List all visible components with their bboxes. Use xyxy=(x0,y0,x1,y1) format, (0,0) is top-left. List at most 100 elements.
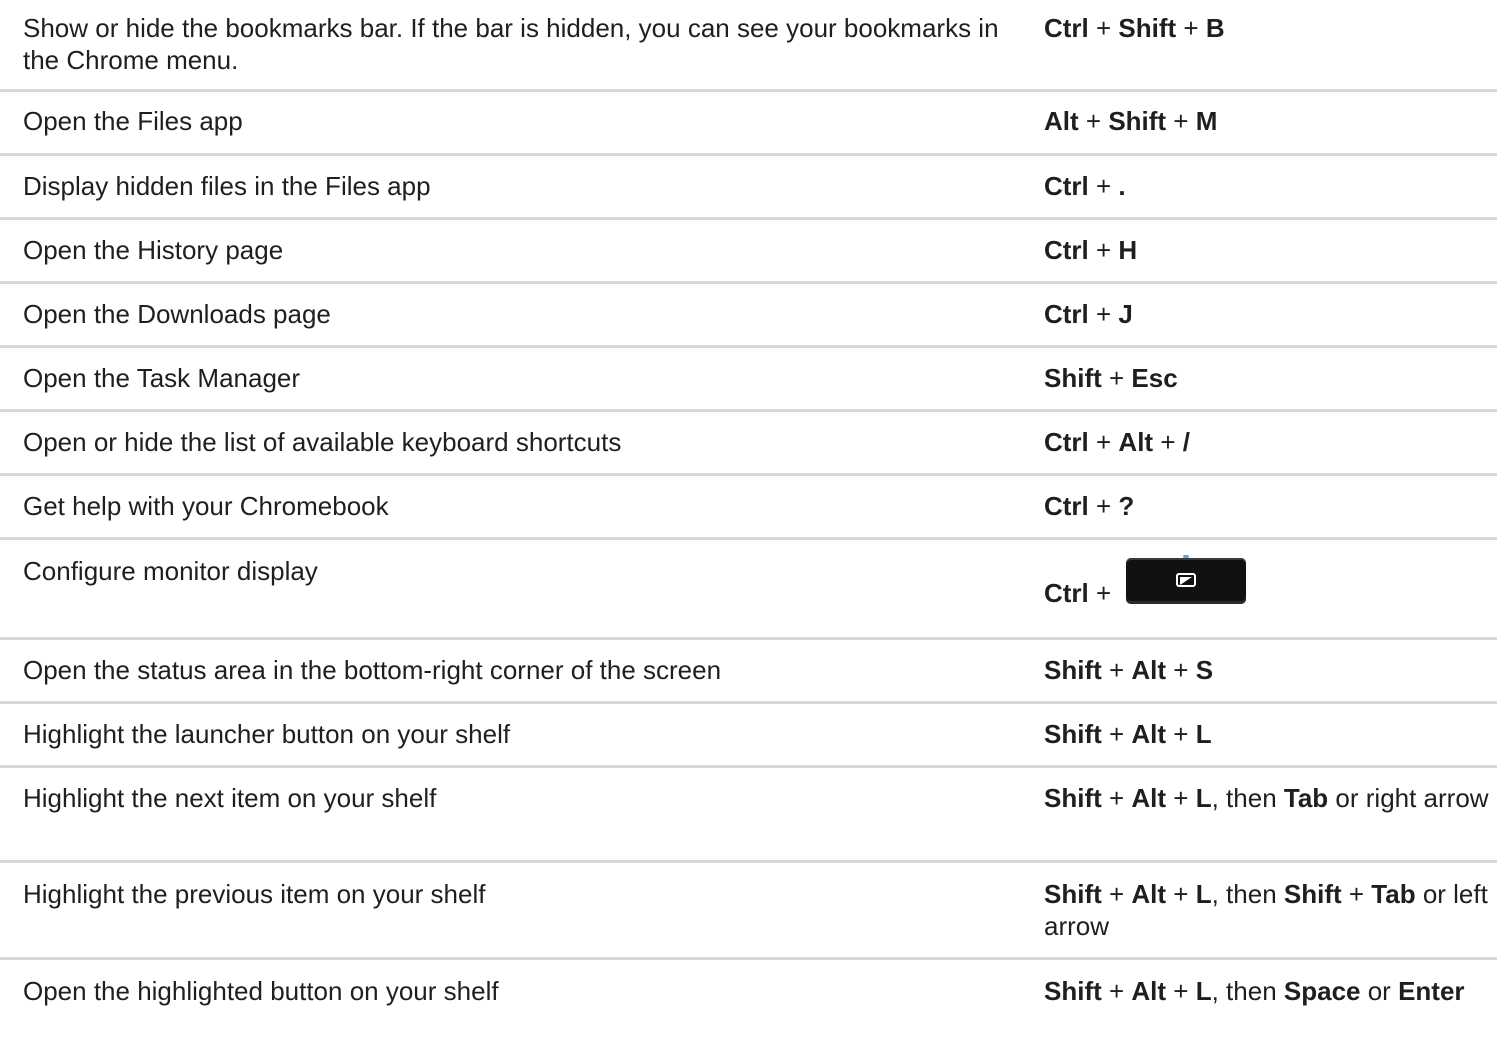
key-separator-text: + xyxy=(1101,783,1132,813)
key-label: Shift xyxy=(1108,106,1167,136)
key-label: M xyxy=(1195,106,1218,136)
key-label: Alt xyxy=(1044,106,1079,136)
table-row: Open the status area in the bottom-right… xyxy=(0,640,1497,704)
key-separator-text: + xyxy=(1101,879,1132,909)
key-label: Alt xyxy=(1131,879,1167,909)
shortcut-keys: Ctrl + xyxy=(1022,555,1497,637)
shortcut-description: Open the Downloads page xyxy=(23,299,331,329)
shortcut-keys: Ctrl + ? xyxy=(1022,490,1497,537)
table-row: Open the Files app Alt + Shift + M xyxy=(0,92,1497,156)
shortcut-description: Open the History page xyxy=(23,235,284,265)
key-label: J xyxy=(1118,299,1133,329)
shortcut-description: Get help with your Chromebook xyxy=(23,491,389,521)
key-separator-text: + xyxy=(1088,578,1119,608)
key-separator-text: + xyxy=(1166,719,1196,749)
key-separator-text: + xyxy=(1153,427,1183,457)
key-separator-text: or right arrow xyxy=(1328,783,1489,813)
key-separator-text: + xyxy=(1166,783,1196,813)
key-label: Tab xyxy=(1371,879,1416,909)
shortcut-description: Highlight the previous item on your shel… xyxy=(23,879,486,909)
shortcut-keys: Ctrl + J xyxy=(1022,298,1497,345)
key-label: Ctrl xyxy=(1044,427,1089,457)
key-label: Shift xyxy=(1044,879,1102,909)
key-label: Shift xyxy=(1044,719,1102,749)
shortcut-description: Open the status area in the bottom-right… xyxy=(23,655,722,685)
key-label: ? xyxy=(1118,491,1135,521)
key-separator-text: , then xyxy=(1211,879,1284,909)
key-label: L xyxy=(1195,719,1212,749)
shortcut-description: Open the highlighted button on your shel… xyxy=(23,976,499,1006)
table-row: Highlight the launcher button on your sh… xyxy=(0,704,1497,768)
shortcut-description: Highlight the next item on your shelf xyxy=(23,783,437,813)
key-label: . xyxy=(1118,171,1126,201)
key-separator-text: + xyxy=(1088,299,1119,329)
key-separator-text: + xyxy=(1176,13,1206,43)
key-separator-text: + xyxy=(1088,13,1119,43)
key-label: Enter xyxy=(1398,976,1465,1006)
key-separator-text: + xyxy=(1078,106,1109,136)
shortcut-keys: Shift + Alt + L, then Shift + Tab or lef… xyxy=(1022,878,1497,957)
key-label: Ctrl xyxy=(1044,491,1089,521)
key-separator-text: or xyxy=(1360,976,1399,1006)
key-separator-text: + xyxy=(1341,879,1372,909)
shortcut-keys: Alt + Shift + M xyxy=(1022,105,1497,153)
table-row: Open the History page Ctrl + H xyxy=(0,220,1497,284)
key-label: Ctrl xyxy=(1044,171,1089,201)
monitor-display-key-icon xyxy=(1126,555,1247,604)
key-label: Shift xyxy=(1044,976,1102,1006)
key-separator-text: + xyxy=(1101,719,1132,749)
key-label: Shift xyxy=(1044,363,1102,393)
table-row: Highlight the previous item on your shel… xyxy=(0,863,1497,960)
shortcut-keys: Shift + Alt + L, then Tab or right arrow xyxy=(1022,782,1497,860)
key-separator-text: + xyxy=(1166,976,1196,1006)
key-label: Shift xyxy=(1283,879,1342,909)
shortcut-keys: Shift + Alt + L, then Space or Enter xyxy=(1022,975,1497,1047)
key-separator-text: + xyxy=(1166,106,1196,136)
shortcut-description: Open the Files app xyxy=(23,106,243,136)
key-separator-text: + xyxy=(1088,491,1119,521)
key-label: Alt xyxy=(1131,655,1167,685)
table-row: Open the Task Manager Shift + Esc xyxy=(0,348,1497,412)
shortcut-keys: Ctrl + H xyxy=(1022,234,1497,281)
table-row: Open or hide the list of available keybo… xyxy=(0,412,1497,476)
shortcut-description: Configure monitor display xyxy=(23,556,318,586)
key-separator-text: + xyxy=(1101,363,1132,393)
key-label: L xyxy=(1195,879,1212,909)
key-separator-text: + xyxy=(1088,171,1119,201)
key-label: Alt xyxy=(1131,783,1167,813)
key-label: L xyxy=(1195,976,1212,1006)
key-label: Alt xyxy=(1131,976,1167,1006)
key-separator-text: + xyxy=(1088,427,1119,457)
key-label: Alt xyxy=(1118,427,1154,457)
key-label: Ctrl xyxy=(1044,13,1089,43)
shortcuts-table: Show or hide the bookmarks bar. If the b… xyxy=(0,0,1497,1047)
table-row: Open the highlighted button on your shel… xyxy=(0,960,1497,1047)
key-label: L xyxy=(1195,783,1212,813)
table-row: Open the Downloads page Ctrl + J xyxy=(0,284,1497,348)
display-mirror-icon xyxy=(1176,573,1197,587)
key-separator-text: + xyxy=(1088,235,1119,265)
key-separator-text: + xyxy=(1101,655,1132,685)
key-label: B xyxy=(1205,13,1225,43)
key-label: Tab xyxy=(1283,783,1329,813)
key-separator-text: + xyxy=(1166,655,1196,685)
key-separator-text: + xyxy=(1166,879,1196,909)
shortcut-keys: Shift + Esc xyxy=(1022,362,1497,409)
key-label: Shift xyxy=(1044,783,1102,813)
shortcut-keys: Shift + Alt + L xyxy=(1022,718,1497,765)
key-label: H xyxy=(1118,235,1138,265)
key-label: / xyxy=(1182,427,1190,457)
key-separator-text: , then xyxy=(1211,976,1284,1006)
key-label: Shift xyxy=(1044,655,1102,685)
table-row: Configure monitor display Ctrl + xyxy=(0,540,1497,640)
shortcut-description: Display hidden files in the Files app xyxy=(23,171,431,201)
shortcut-description: Open or hide the list of available keybo… xyxy=(23,427,622,457)
table-row: Display hidden files in the Files app Ct… xyxy=(0,156,1497,220)
shortcut-keys: Ctrl + Shift + B xyxy=(1022,12,1497,89)
shortcut-keys: Ctrl + . xyxy=(1022,170,1497,217)
table-row: Highlight the next item on your shelf Sh… xyxy=(0,768,1497,863)
key-label: S xyxy=(1195,655,1214,685)
shortcut-keys: Ctrl + Alt + / xyxy=(1022,426,1497,473)
key-label: Alt xyxy=(1131,719,1167,749)
key-label: Ctrl xyxy=(1044,578,1089,608)
